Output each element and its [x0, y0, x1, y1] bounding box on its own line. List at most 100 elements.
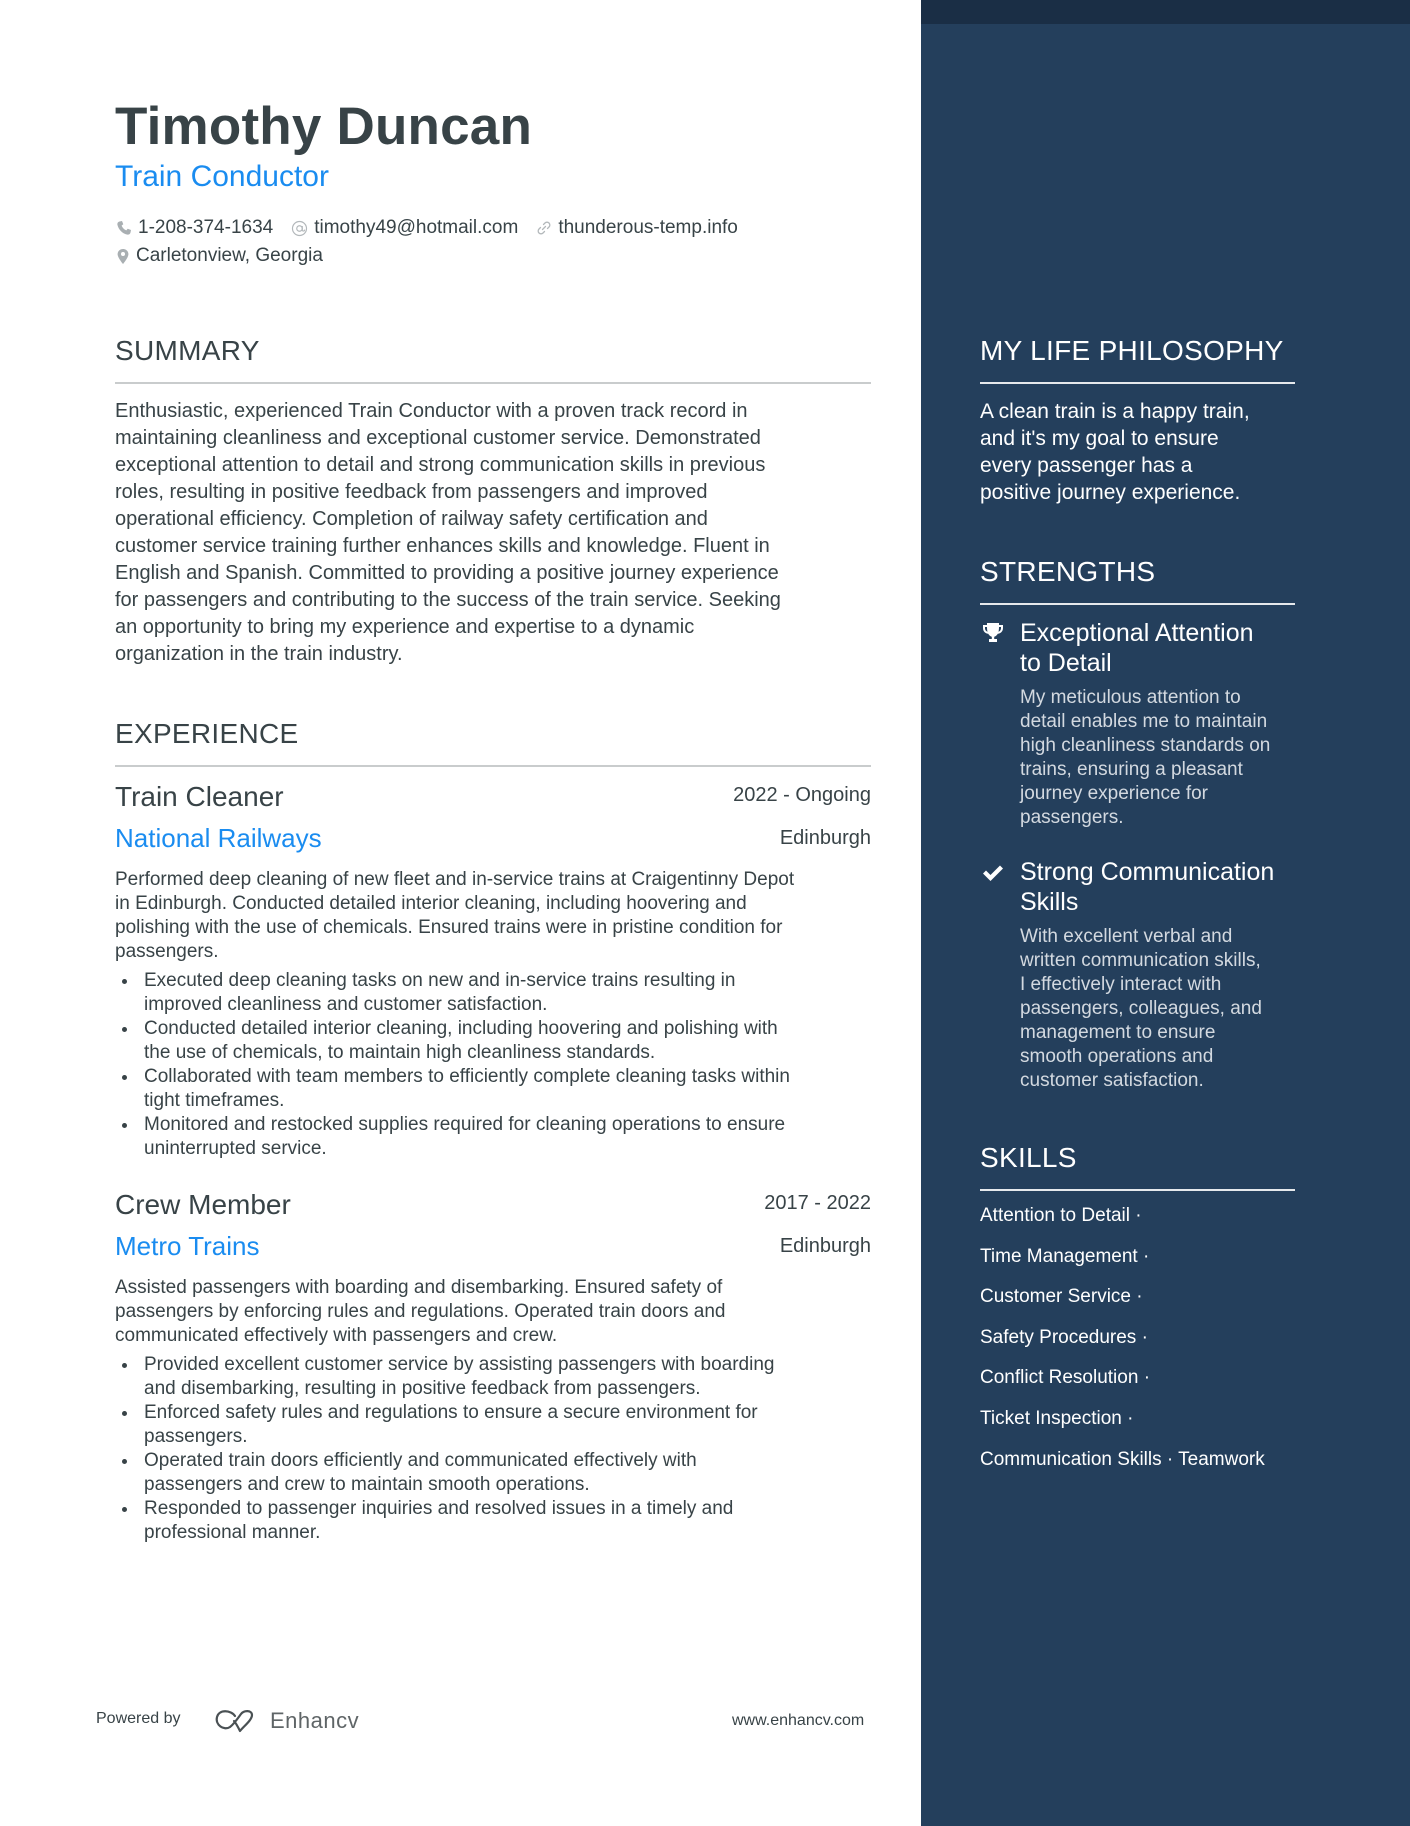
- bullet-line: Responded to passenger inquiries and res…: [144, 1498, 734, 1519]
- bullet-line: improved cleanliness and customer satisf…: [144, 994, 548, 1015]
- summary-line: English and Spanish. Committed to provid…: [115, 562, 779, 584]
- skills-heading: SKILLS: [980, 1142, 1077, 1173]
- philosophy-line: A clean train is a happy train,: [980, 400, 1250, 423]
- skill-tag: Ticket Inspection ·: [980, 1408, 1134, 1429]
- bullet-line: Conducted detailed interior cleaning, in…: [144, 1018, 778, 1039]
- job-description: Performed deep cleaning of new fleet and…: [115, 868, 875, 964]
- skills-divider: [980, 1189, 1295, 1191]
- bullet-line: Enforced safety rules and regulations to…: [144, 1402, 758, 1423]
- summary-line: operational efficiency. Completion of ra…: [115, 508, 708, 530]
- job-location: Edinburgh: [779, 827, 871, 849]
- location-pin-icon: [117, 248, 129, 264]
- link-icon: [537, 221, 551, 235]
- job-description-line: communicated effectively with passengers…: [115, 1325, 558, 1346]
- philosophy-line: every passenger has a: [980, 454, 1193, 477]
- job-company[interactable]: National Railways: [115, 823, 322, 854]
- enhancv-logo[interactable]: Enhancv: [214, 1708, 359, 1734]
- sidebar-top-strip: [921, 0, 1410, 24]
- bullet-item: Provided excellent customer service by a…: [115, 1353, 875, 1401]
- summary-line: organization in the train industry.: [115, 643, 403, 665]
- bullet-line: uninterrupted service.: [144, 1138, 327, 1159]
- strength-title-line: Exceptional Attention: [1020, 619, 1254, 647]
- email-value: timothy49@hotmail.com: [314, 217, 519, 238]
- job-description-line: passengers by enforcing rules and regula…: [115, 1301, 726, 1322]
- experience-heading: EXPERIENCE: [115, 718, 299, 749]
- summary-line: an opportunity to bring my experience an…: [115, 616, 695, 638]
- contact-phone[interactable]: 1-208-374-1634: [116, 217, 273, 239]
- strength-description-line: high cleanliness standards on: [1020, 735, 1271, 756]
- bullet-line: passengers.: [144, 1426, 248, 1447]
- summary-heading: SUMMARY: [115, 335, 260, 366]
- job-description-line: passengers.: [115, 941, 219, 962]
- summary-line: customer service training further enhanc…: [115, 535, 770, 557]
- philosophy-divider: [980, 382, 1295, 384]
- candidate-title: Train Conductor: [115, 160, 329, 193]
- bullet-line: the use of chemicals, to maintain high c…: [144, 1042, 656, 1063]
- job-description-line: Performed deep cleaning of new fleet and…: [115, 869, 795, 890]
- bullet-item: Enforced safety rules and regulations to…: [115, 1401, 875, 1449]
- philosophy-text: A clean train is a happy train, and it's…: [980, 398, 1310, 506]
- bullet-line: passengers and crew to maintain smooth o…: [144, 1474, 590, 1495]
- job-dates: 2022 - Ongoing: [733, 784, 871, 806]
- job-dates: 2017 - 2022: [764, 1192, 871, 1214]
- candidate-name: Timothy Duncan: [115, 97, 533, 156]
- summary-divider: [115, 382, 871, 384]
- strengths-divider: [980, 603, 1295, 605]
- job-description-line: in Edinburgh. Conducted detailed interio…: [115, 893, 747, 914]
- strengths-heading: STRENGTHS: [980, 556, 1156, 587]
- strength-description-line: journey experience for: [1020, 783, 1208, 804]
- job-title: Train Cleaner: [115, 781, 284, 812]
- job-description-line: Assisted passengers with boarding and di…: [115, 1277, 723, 1298]
- enhancv-logo-icon: [215, 1710, 254, 1733]
- summary-line: roles, resulting in positive feedback fr…: [115, 481, 708, 503]
- contact-location: Carletonview, Georgia: [116, 245, 323, 267]
- at-icon: [292, 220, 308, 236]
- contact-email[interactable]: timothy49@hotmail.com: [291, 217, 518, 239]
- contact-website[interactable]: thunderous-temp.info: [536, 217, 738, 239]
- bullet-item: Operated train doors efficiently and com…: [115, 1449, 875, 1497]
- bullet-line: Executed deep cleaning tasks on new and …: [144, 970, 736, 991]
- bullet-line: tight timeframes.: [144, 1090, 285, 1111]
- strength-description: With excellent verbal and written commun…: [1020, 925, 1262, 1093]
- strength-title-line: Skills: [1020, 888, 1079, 916]
- bullet-line: Provided excellent customer service by a…: [144, 1354, 775, 1375]
- summary-line: exceptional attention to detail and stro…: [115, 454, 766, 476]
- strength-title-line: to Detail: [1020, 649, 1112, 677]
- strength-description-line: passengers, colleagues, and: [1020, 998, 1262, 1019]
- strength-description-line: management to ensure: [1020, 1022, 1216, 1043]
- powered-by-label: Powered by: [96, 1710, 181, 1727]
- location-value: Carletonview, Georgia: [136, 245, 323, 266]
- strength-description-line: customer satisfaction.: [1020, 1070, 1204, 1091]
- footer-url[interactable]: www.enhancv.com: [732, 1712, 864, 1730]
- strength-description: My meticulous attention to detail enable…: [1020, 686, 1270, 830]
- experience-divider: [115, 765, 871, 767]
- website-value: thunderous-temp.info: [558, 217, 738, 238]
- job-description-line: polishing with the use of chemicals. Ens…: [115, 917, 783, 938]
- job-company[interactable]: Metro Trains: [115, 1231, 260, 1262]
- job-bullets: Provided excellent customer service by a…: [115, 1353, 875, 1545]
- skill-tag: Communication Skills · Teamwork: [980, 1449, 1265, 1470]
- summary-text: Enthusiastic, experienced Train Conducto…: [115, 398, 875, 668]
- job-location: Edinburgh: [779, 1235, 871, 1257]
- philosophy-line: and it's my goal to ensure: [980, 427, 1219, 450]
- bullet-line: Monitored and restocked supplies require…: [144, 1114, 786, 1135]
- skill-tag: Safety Procedures ·: [980, 1327, 1148, 1348]
- summary-line: maintaining cleanliness and exceptional …: [115, 427, 761, 449]
- bullet-line: Collaborated with team members to effici…: [144, 1066, 790, 1087]
- skill-tag: Conflict Resolution ·: [980, 1367, 1151, 1388]
- strength-title: Exceptional Attention to Detail: [1020, 618, 1254, 678]
- bullet-item: Monitored and restocked supplies require…: [115, 1113, 875, 1161]
- contact-row-2: Carletonview, Georgia: [116, 245, 341, 267]
- bullet-item: Responded to passenger inquiries and res…: [115, 1497, 875, 1545]
- skill-tag: Time Management ·: [980, 1246, 1150, 1267]
- bullet-item: Collaborated with team members to effici…: [115, 1065, 875, 1113]
- bullet-item: Conducted detailed interior cleaning, in…: [115, 1017, 875, 1065]
- philosophy-heading: MY LIFE PHILOSOPHY: [980, 335, 1284, 366]
- summary-line: Enthusiastic, experienced Train Conducto…: [115, 400, 748, 422]
- bullet-item: Executed deep cleaning tasks on new and …: [115, 969, 875, 1017]
- strength-description-line: I effectively interact with: [1020, 974, 1222, 995]
- strength-description-line: My meticulous attention to: [1020, 687, 1241, 708]
- philosophy-line: positive journey experience.: [980, 481, 1241, 504]
- strength-description-line: trains, ensuring a pleasant: [1020, 759, 1243, 780]
- strength-description-line: smooth operations and: [1020, 1046, 1214, 1067]
